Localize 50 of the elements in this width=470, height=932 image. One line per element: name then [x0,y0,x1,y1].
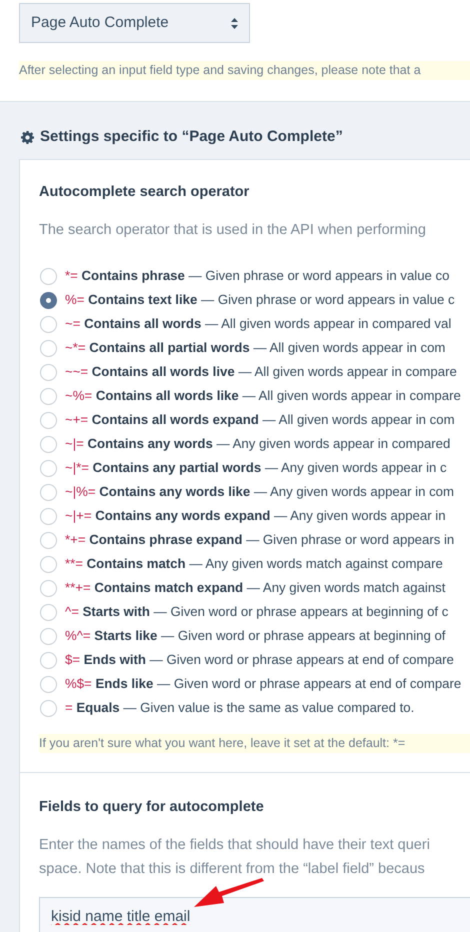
option-label[interactable]: **= Contains match — Any given words match against compare [65,554,443,574]
radio-button[interactable] [40,316,57,332]
option-label[interactable]: %= Contains text like — Given phrase or word appears in value c [65,290,455,310]
radio-button[interactable] [40,580,57,596]
radio-button[interactable] [40,460,57,476]
radio-button[interactable] [40,628,57,644]
option-label[interactable]: ~|+= Contains any words expand — Any given words appear in [65,506,446,526]
radio-button[interactable] [40,268,57,284]
option-label[interactable]: ~|*= Contains any partial words — Any given words appear in c [65,458,447,478]
radio-button-selected[interactable] [40,292,57,308]
option-label[interactable]: *= Contains phrase — Given phrase or word appears in value co [65,266,450,286]
option-label[interactable]: *+= Contains phrase expand — Given phrase or word appears in [65,530,454,550]
radio-button[interactable] [40,484,57,500]
option-label[interactable]: %^= Starts like — Given word or phrase appears at beginning of [65,626,446,646]
option-label[interactable]: ~*= Contains all partial words — All given words appear in com [65,338,446,358]
field-description: Enter the names of the fields that should have their text queri space. Note that this is different from the “label field” becaus [39,836,431,879]
settings-icon [21,130,34,144]
option-label[interactable]: **+= Contains match expand — Any given words match against [65,578,446,598]
type-select[interactable]: Page Auto Complete [19,3,250,43]
notice-text: After selecting an input field type and saving changes, please note that a [19,61,470,80]
field-description: The search operator that is used in the API when performing [39,221,427,240]
option-label[interactable]: ~+= Contains all words expand — All given words appear in com [65,410,455,430]
radio-button[interactable] [40,532,57,548]
field-heading: Autocomplete search operator [39,182,250,202]
radio-button[interactable] [40,700,57,716]
radio-button[interactable] [40,436,57,452]
radio-button[interactable] [40,508,57,524]
option-label[interactable]: ~|%= Contains any words like — Any given words appear in com [65,482,454,502]
radio-button[interactable] [40,556,57,572]
field-heading: Fields to query for autocomplete [39,798,265,817]
option-label[interactable]: = Equals — Given value is the same as value compared to. [65,698,414,718]
radio-button[interactable] [40,364,57,380]
arrow-annotation [194,878,264,908]
option-label[interactable]: ^= Starts with — Given word or phrase appears at beginning of c [65,602,448,622]
notice-text: If you aren't sure what you want here, leave it set at the default: *= [39,734,470,753]
radio-button[interactable] [40,604,57,620]
option-label[interactable]: ~= Contains all words — All given words appear in compared val [65,314,452,334]
radio-button[interactable] [40,676,57,692]
option-label[interactable]: %$= Ends like — Given word or phrase appears at end of compare [65,674,462,694]
sort-caret-icon [231,18,238,28]
radio-button[interactable] [40,340,57,356]
option-label[interactable]: $= Ends with — Given word or phrase appears at end of compare [65,650,454,670]
section-heading: Settings specific to “Page Auto Complete” [40,127,343,147]
radio-button[interactable] [40,652,57,668]
radio-button[interactable] [40,388,57,404]
option-label[interactable]: ~%= Contains all words like — All given words appear in compare [65,386,461,406]
input-field[interactable]: kisid name title email [39,896,470,932]
radio-button[interactable] [40,412,57,428]
option-label[interactable]: ~|= Contains any words — Any given words appear in compared [65,434,450,454]
option-label[interactable]: ~~= Contains all words live — All given words appear in compare [65,362,457,382]
